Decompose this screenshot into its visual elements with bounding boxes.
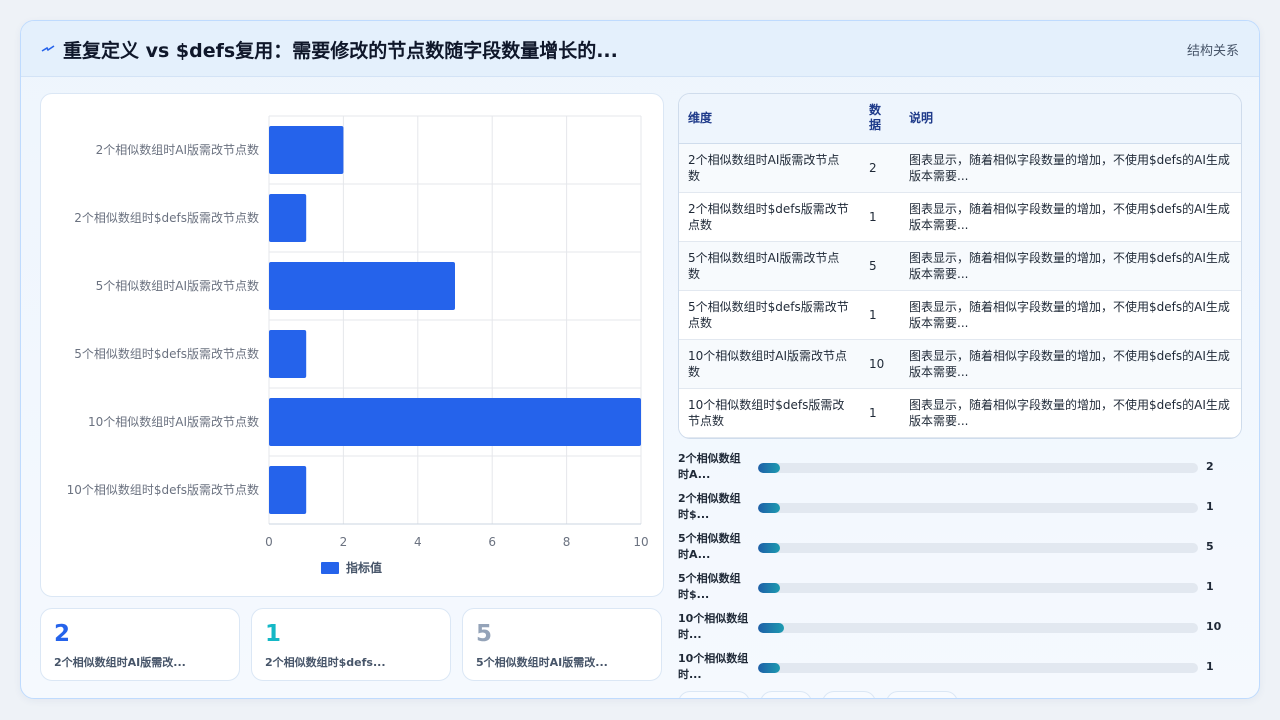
- cell-dimension: 2个相似数组时AI版需改节点数: [688, 152, 840, 183]
- progress-value: 10: [1206, 620, 1222, 633]
- cell-value: 10: [869, 356, 885, 371]
- progress-fill: [758, 463, 780, 473]
- progress-value: 1: [1206, 580, 1214, 593]
- bar-chart: 2个相似数组时AI版需改节点数 2个相似数组时$defs版需改节点数 5个相似数组时…: [67, 115, 649, 575]
- table-row[interactable]: 2个相似数组时AI版需改节点数 2 图表显示，随着相似字段数量的增加，不使用$def…: [679, 143, 1241, 192]
- page-title: 重复定义 vs $defs复用：需要修改的节点数随字段数量增长的...: [63, 40, 618, 62]
- table-row[interactable]: 2个相似数组时$defs版需改节点数 1 图表显示，随着相似字段数量的增加，不使用$…: [679, 192, 1241, 241]
- progress-fill: [758, 623, 785, 633]
- progress-label: 2个相似数组时$...: [678, 492, 741, 521]
- cell-description: 图表显示，随着相似字段数量的增加，不使用$defs的AI生成版本需要...: [909, 397, 1230, 428]
- progress-track: [758, 663, 1198, 673]
- progress-track: [758, 503, 1198, 513]
- table-row[interactable]: 5个相似数组时$defs版需改节点数 1 图表显示，随着相似字段数量的增加，不使用$…: [679, 290, 1241, 339]
- kpi-label: 2个相似数组时$defs...: [265, 656, 386, 669]
- cell-description: 图表显示，随着相似字段数量的增加，不使用$defs的AI生成版本需要...: [909, 201, 1230, 232]
- chip[interactable]: [886, 691, 958, 698]
- table-row[interactable]: 10个相似数组时$defs版需改节点数 1 图表显示，随着相似字段数量的增加，不使用…: [679, 388, 1241, 437]
- kpi-label: 2个相似数组时AI版需改...: [54, 656, 186, 669]
- data-table: 维度 数据 说明 2个相似数组时AI版需改节点数 2 图表显示，随着相似字段数量的增…: [678, 93, 1242, 439]
- bar: [269, 330, 307, 378]
- bar: [269, 466, 307, 514]
- column-header: 数据: [860, 94, 900, 144]
- bar: [269, 398, 641, 446]
- cell-value: 5: [869, 258, 877, 273]
- progress-value: 2: [1206, 460, 1214, 473]
- progress-value: 1: [1206, 660, 1214, 673]
- chip[interactable]: [760, 691, 812, 698]
- kpi-value: 1: [265, 621, 282, 647]
- progress-fill: [758, 663, 780, 673]
- kpi-card: 2 2个相似数组时AI版需改...: [40, 608, 240, 681]
- kpi-card: 1 2个相似数组时$defs...: [251, 608, 451, 681]
- progress-label: 2个相似数组时A...: [678, 452, 741, 481]
- kpi-value: 2: [54, 621, 71, 647]
- category-label: 5个相似数组时$defs版需改节点数: [74, 346, 259, 361]
- x-tick-label: 10: [633, 535, 648, 549]
- progress-row: 10个相似数组时... 10: [678, 609, 1242, 645]
- x-tick-label: 4: [414, 535, 422, 549]
- progress-row: 5个相似数组时A... 5: [678, 529, 1242, 565]
- progress-label: 5个相似数组时A...: [678, 532, 741, 561]
- header-tag[interactable]: 结构关系: [1187, 40, 1239, 59]
- x-tick-label: 8: [563, 535, 571, 549]
- progress-label: 10个相似数组时...: [678, 652, 749, 681]
- progress-fill: [758, 543, 780, 553]
- progress-value: 5: [1206, 540, 1214, 553]
- column-header: 维度: [679, 94, 860, 144]
- x-tick-label: 6: [488, 535, 496, 549]
- progress-track: [758, 583, 1198, 593]
- progress-value: 1: [1206, 500, 1214, 513]
- progress-label: 10个相似数组时...: [678, 612, 749, 641]
- cell-value: 2: [869, 160, 877, 175]
- progress-row: 5个相似数组时$... 1: [678, 569, 1242, 605]
- category-label: 2个相似数组时$defs版需改节点数: [74, 210, 259, 225]
- cell-value: 1: [869, 307, 877, 322]
- cell-dimension: 2个相似数组时$defs版需改节点数: [688, 201, 849, 232]
- cell-description: 图表显示，随着相似字段数量的增加，不使用$defs的AI生成版本需要...: [909, 250, 1230, 281]
- kpi-value: 5: [476, 621, 493, 647]
- legend-swatch: [321, 562, 339, 574]
- cell-dimension: 10个相似数组时AI版需改节点数: [688, 348, 848, 379]
- category-label: 2个相似数组时AI版需改节点数: [96, 142, 259, 157]
- progress-row: 2个相似数组时A... 2: [678, 449, 1242, 485]
- cell-dimension: 10个相似数组时$defs版需改节点数: [688, 397, 845, 428]
- cell-value: 1: [869, 209, 877, 224]
- bar: [269, 262, 455, 310]
- chip[interactable]: [822, 691, 876, 698]
- x-tick-label: 2: [340, 535, 348, 549]
- cell-dimension: 5个相似数组时$defs版需改节点数: [688, 299, 849, 330]
- legend-label: 指标值: [346, 560, 382, 575]
- table-header-row: 维度 数据 说明: [679, 94, 1241, 144]
- cell-value: 1: [869, 405, 877, 420]
- bar: [269, 194, 307, 242]
- category-label: 10个相似数组时$defs版需改节点数: [67, 482, 259, 497]
- cell-description: 图表显示，随着相似字段数量的增加，不使用$defs的AI生成版本需要...: [909, 152, 1230, 183]
- progress-label: 5个相似数组时$...: [678, 572, 741, 601]
- progress-track: [758, 543, 1198, 553]
- chip[interactable]: [678, 691, 750, 698]
- bar: [269, 126, 344, 174]
- progress-track: [758, 463, 1198, 473]
- category-label: 10个相似数组时AI版需改节点数: [88, 414, 259, 429]
- column-header: 说明: [900, 94, 1241, 144]
- cell-dimension: 5个相似数组时AI版需改节点数: [688, 250, 840, 281]
- progress-fill: [758, 503, 780, 513]
- table-row[interactable]: 5个相似数组时AI版需改节点数 5 图表显示，随着相似字段数量的增加，不使用$def…: [679, 241, 1241, 290]
- header-bar: 重复定义 vs $defs复用：需要修改的节点数随字段数量增长的... 结构关系: [21, 21, 1259, 77]
- spark-icon: [41, 45, 55, 52]
- kpi-card: 5 5个相似数组时AI版需改...: [462, 608, 662, 681]
- cell-description: 图表显示，随着相似字段数量的增加，不使用$defs的AI生成版本需要...: [909, 348, 1230, 379]
- progress-row: 2个相似数组时$... 1: [678, 489, 1242, 525]
- progress-fill: [758, 583, 780, 593]
- dashboard-card: 重复定义 vs $defs复用：需要修改的节点数随字段数量增长的... 结构关系…: [20, 20, 1260, 699]
- progress-track: [758, 623, 1198, 633]
- progress-row: 10个相似数组时... 1: [678, 649, 1242, 685]
- chart-panel: 2个相似数组时AI版需改节点数 2个相似数组时$defs版需改节点数 5个相似数组时…: [40, 93, 664, 597]
- category-label: 5个相似数组时AI版需改节点数: [96, 278, 259, 293]
- table-row[interactable]: 10个相似数组时AI版需改节点数 10 图表显示，随着相似字段数量的增加，不使用$d…: [679, 339, 1241, 388]
- cell-description: 图表显示，随着相似字段数量的增加，不使用$defs的AI生成版本需要...: [909, 299, 1230, 330]
- x-tick-label: 0: [265, 535, 273, 549]
- kpi-label: 5个相似数组时AI版需改...: [476, 656, 608, 669]
